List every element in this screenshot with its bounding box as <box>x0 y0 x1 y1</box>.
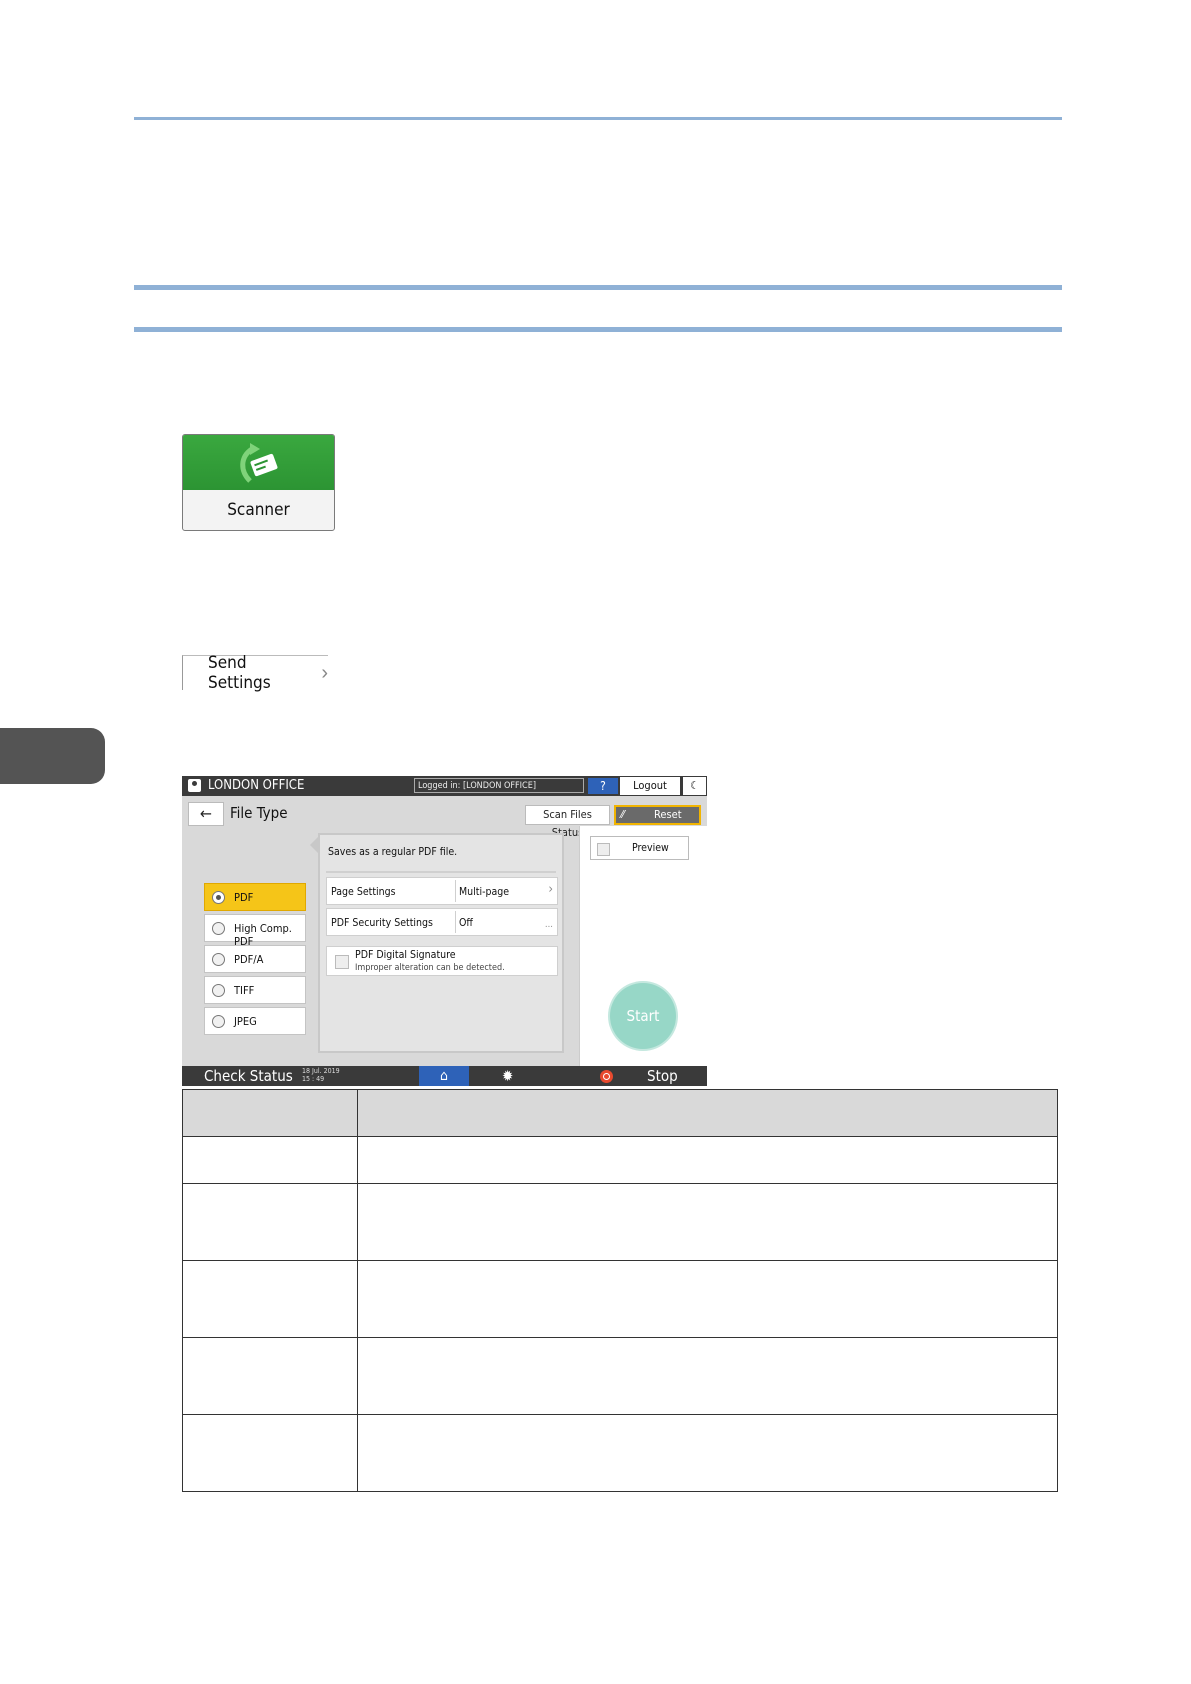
preview-toggle[interactable]: Preview <box>590 836 689 860</box>
setting-value: Multi-page <box>459 886 510 898</box>
setting-value: Off <box>459 917 473 929</box>
radio-button <box>212 891 225 904</box>
scan-files-status-button[interactable]: Scan Files Status <box>525 805 610 839</box>
preview-label: Preview <box>632 842 669 854</box>
energy-saver-icon[interactable]: ☾ <box>683 777 706 795</box>
screen-title: File Type <box>230 804 288 822</box>
send-settings-label: Send Settings <box>208 653 271 693</box>
file-type-label: JPEG <box>234 1015 257 1028</box>
scanner-app-icon[interactable]: Scanner <box>182 434 335 531</box>
digital-signature-title: PDF Digital Signature <box>355 949 456 961</box>
office-name: LONDON OFFICE <box>208 778 305 793</box>
table-cell <box>182 1183 358 1261</box>
start-button[interactable]: Start <box>610 983 676 1049</box>
file-type-label: PDF <box>234 891 254 904</box>
radio-button <box>212 1015 225 1028</box>
reset-icon: ⁄⁄ <box>621 808 625 821</box>
chapter-tab <box>0 728 105 784</box>
divider <box>455 911 456 933</box>
home-icon: ⌂ <box>440 1068 448 1084</box>
file-type-label: TIFF <box>234 984 255 997</box>
arrow-left-icon: ← <box>199 804 213 823</box>
file-type-high-comp-pdf[interactable]: High Comp. PDF <box>204 914 306 948</box>
scanner-label: Scanner <box>227 500 290 520</box>
table-header-cell <box>357 1089 1058 1137</box>
table-row <box>182 1183 1058 1261</box>
section-rule-top <box>134 285 1062 290</box>
file-type-jpeg[interactable]: JPEG <box>204 1007 306 1035</box>
table-cell <box>182 1136 358 1184</box>
logout-button[interactable]: Logout <box>620 777 680 795</box>
digital-signature-subtitle: Improper alteration can be detected. <box>355 963 505 973</box>
reset-label: Reset <box>654 808 682 821</box>
setting-key: Page Settings <box>331 886 396 898</box>
pdf-security-settings-row[interactable]: PDF Security Settings Off … <box>326 908 558 936</box>
home-button[interactable]: ⌂ <box>419 1066 469 1086</box>
date-time: 18 Jul. 2019 15 : 49 <box>302 1067 340 1083</box>
date: 18 Jul. 2019 <box>302 1067 340 1075</box>
table-cell <box>357 1136 1058 1184</box>
radio-button <box>212 984 225 997</box>
setting-key: PDF Security Settings <box>331 917 433 929</box>
check-status-button[interactable]: Check Status <box>204 1067 293 1085</box>
table-row <box>182 1136 1058 1184</box>
table-cell <box>357 1337 1058 1415</box>
back-button[interactable]: ← <box>188 802 224 826</box>
checkbox[interactable] <box>335 955 349 969</box>
checkbox <box>597 843 610 856</box>
table-row <box>182 1337 1058 1415</box>
radio-button <box>212 953 225 966</box>
divider <box>326 871 556 873</box>
reset-button[interactable]: ⁄⁄ Reset <box>614 805 701 825</box>
table-header-cell <box>182 1089 358 1137</box>
table-cell <box>182 1414 358 1492</box>
stop-button[interactable]: Stop <box>647 1067 678 1085</box>
table-cell <box>182 1260 358 1338</box>
chevron-right-icon: › <box>548 882 553 897</box>
section-rule-bottom <box>134 327 1062 332</box>
table-cell <box>357 1260 1058 1338</box>
scanner-graphic <box>183 435 334 490</box>
file-type-pdf[interactable]: PDF <box>204 883 306 911</box>
scanner-icon <box>239 442 277 483</box>
send-settings-button[interactable]: Send Settings › <box>182 653 328 693</box>
header-rule <box>134 117 1062 120</box>
logged-in-indicator[interactable]: Logged in: [LONDON OFFICE] <box>414 778 584 793</box>
file-type-details-panel: Saves as a regular PDF file. Page Settin… <box>318 833 564 1053</box>
table-row <box>182 1260 1058 1338</box>
more-icon: … <box>544 920 553 930</box>
file-type-pdf-a[interactable]: PDF/A <box>204 945 306 973</box>
file-type-description: Saves as a regular PDF file. <box>328 846 458 858</box>
file-type-table <box>182 1089 1058 1492</box>
divider <box>455 880 456 902</box>
gear-icon[interactable]: ✹ <box>502 1067 513 1085</box>
table-header-row <box>182 1089 1058 1137</box>
page-settings-row[interactable]: Page Settings Multi-page › <box>326 877 558 905</box>
table-cell <box>357 1183 1058 1261</box>
help-button[interactable]: ? <box>588 778 618 794</box>
right-panel: Preview Start <box>579 826 707 1066</box>
radio-button <box>212 922 225 935</box>
table-row <box>182 1414 1058 1492</box>
stop-icon <box>600 1070 613 1083</box>
table-cell <box>357 1414 1058 1492</box>
user-icon <box>188 779 201 792</box>
file-type-label: PDF/A <box>234 953 264 966</box>
top-bar: LONDON OFFICE Logged in: [LONDON OFFICE]… <box>182 776 707 796</box>
device-screen: LONDON OFFICE Logged in: [LONDON OFFICE]… <box>182 776 707 1086</box>
pdf-digital-signature-row[interactable]: PDF Digital Signature Improper alteratio… <box>326 946 558 976</box>
time: 15 : 49 <box>302 1075 325 1083</box>
file-type-tiff[interactable]: TIFF <box>204 976 306 1004</box>
bottom-bar: Check Status 18 Jul. 2019 15 : 49 ⌂ ✹ St… <box>182 1066 707 1086</box>
table-cell <box>182 1337 358 1415</box>
chevron-right-icon: › <box>321 661 328 684</box>
